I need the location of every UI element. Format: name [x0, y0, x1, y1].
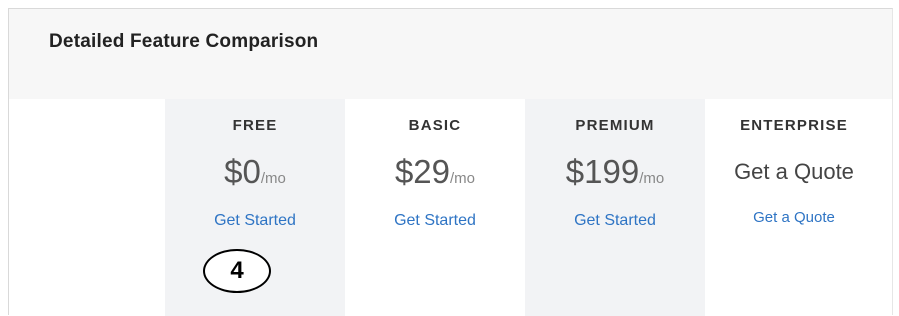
price-amount: $29	[394, 153, 451, 190]
plan-name: FREE	[232, 117, 278, 134]
plan-price: $199/mo	[525, 153, 705, 191]
header-band	[9, 9, 892, 99]
get-started-link-basic[interactable]: Get Started	[345, 212, 525, 230]
price-unit: /mo	[450, 170, 476, 187]
price-amount: $0	[224, 153, 261, 190]
price-amount: $199	[565, 153, 640, 190]
step-number-badge: 4	[203, 249, 271, 293]
plan-column-enterprise: ENTERPRISE Get a Quote Get a Quote	[705, 99, 883, 316]
price-unit: /mo	[639, 170, 665, 187]
plan-name: ENTERPRISE	[740, 117, 848, 134]
plan-price: Get a Quote	[734, 159, 854, 184]
page-title: Detailed Feature Comparison	[49, 31, 319, 52]
plan-column-premium: PREMIUM $199/mo Get Started	[525, 99, 705, 316]
price-unit: /mo	[260, 170, 286, 187]
plan-name: PREMIUM	[575, 117, 655, 134]
plan-price: $29/mo	[345, 153, 525, 191]
plan-name: BASIC	[408, 117, 462, 134]
plan-column-basic: BASIC $29/mo Get Started	[345, 99, 525, 316]
get-started-link-premium[interactable]: Get Started	[525, 212, 705, 230]
get-started-link-free[interactable]: Get Started	[165, 212, 345, 230]
feature-comparison-panel: Detailed Feature Comparison FREE $0/mo G…	[8, 8, 893, 316]
plan-price: $0/mo	[165, 153, 345, 191]
get-a-quote-link[interactable]: Get a Quote	[705, 209, 883, 226]
